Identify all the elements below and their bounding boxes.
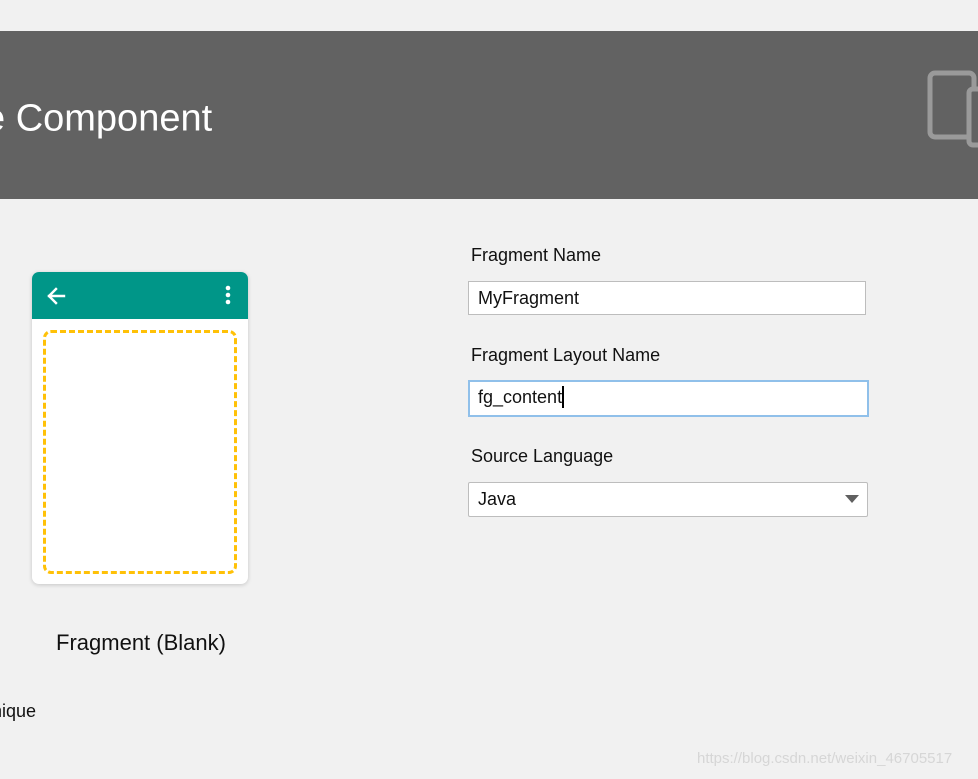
text-caret [562,386,565,408]
template-name: Fragment (Blank) [56,630,226,655]
fragment-name-label: Fragment Name [471,245,602,265]
wizard-header: e Component [0,31,978,199]
fragment-name-value: MyFragment [478,288,580,308]
fragment-template-preview[interactable] [32,272,248,584]
fragment-name-input[interactable]: MyFragment [468,281,866,315]
source-language-select[interactable]: Java [468,482,868,517]
back-arrow-icon [45,285,67,312]
devices-icon [926,69,978,156]
watermark: https://blog.csdn.net/weixin_46705517 [697,750,953,767]
source-language-label: Source Language [471,446,614,466]
fragment-placeholder-area [43,330,237,574]
chevron-down-icon [845,495,859,503]
more-vert-icon [222,285,234,312]
layout-name-label: Fragment Layout Name [471,345,661,365]
layout-name-input[interactable]: fg_content [468,380,869,417]
preview-app-bar [32,272,248,319]
hint-text: nique [0,701,37,721]
page-title: e Component [0,97,213,140]
layout-name-value: fg_content [478,387,563,407]
source-language-value: Java [478,489,517,509]
